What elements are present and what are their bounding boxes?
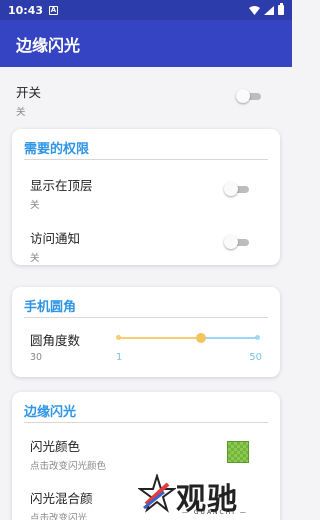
flash-card-title: 边缘闪光 xyxy=(24,405,77,420)
corner-degree-label: 圆角度数 xyxy=(30,333,81,348)
notification-a-icon: A xyxy=(49,5,59,15)
status-bar: 10:43 A xyxy=(0,0,292,20)
permission-item-overlay[interactable]: 显示在顶层 关 xyxy=(30,175,93,211)
signal-icon xyxy=(264,5,274,15)
corner-card: 手机圆角 圆角度数 30 1 50 xyxy=(12,287,280,377)
corner-card-title: 手机圆角 xyxy=(24,300,77,315)
wifi-icon xyxy=(249,5,260,15)
corner-degree-row: 圆角度数 30 xyxy=(30,330,80,363)
permission-state: 关 xyxy=(30,253,40,264)
watermark-subtext: — GUANCHI — xyxy=(182,509,248,516)
slider-min-label: 1 xyxy=(116,352,123,363)
toggle-thumb xyxy=(224,235,238,249)
slider-thumb[interactable] xyxy=(195,333,206,343)
flash-color-swatch[interactable] xyxy=(227,441,249,463)
star-logo-icon xyxy=(138,474,176,513)
slider-max-label: 50 xyxy=(249,352,262,363)
overlay-permission-toggle[interactable] xyxy=(224,182,250,196)
corner-slider[interactable]: 1 50 xyxy=(116,332,262,363)
permission-item-notification[interactable]: 访问通知 关 xyxy=(30,228,80,264)
permission-state: 关 xyxy=(30,200,40,211)
notification-permission-toggle[interactable] xyxy=(224,235,250,249)
battery-icon xyxy=(278,3,284,15)
slider-start-dot xyxy=(116,335,121,340)
permissions-card: 需要的权限 显示在顶层 关 访问通知 关 xyxy=(12,129,280,265)
flash-blend-sub: 点击改变闪光 xyxy=(30,513,88,520)
corner-degree-value: 30 xyxy=(30,352,43,363)
toggle-thumb xyxy=(224,182,238,196)
master-switch-toggle[interactable] xyxy=(236,89,262,103)
toggle-thumb xyxy=(236,89,250,103)
divider xyxy=(24,159,268,160)
permission-label: 显示在顶层 xyxy=(30,178,93,193)
master-switch-state: 关 xyxy=(16,107,26,118)
divider xyxy=(24,317,268,318)
slider-end-dot xyxy=(255,335,260,340)
status-time: 10:43 xyxy=(8,3,44,17)
flash-color-sub: 点击改变闪光颜色 xyxy=(30,461,107,472)
flash-color-label: 闪光颜色 xyxy=(30,439,81,454)
permissions-card-title: 需要的权限 xyxy=(24,142,90,157)
flash-blend-label: 闪光混合颜 xyxy=(30,491,93,506)
flash-color-row[interactable]: 闪光颜色 点击改变闪光颜色 xyxy=(30,436,106,472)
app-title: 边缘闪光 xyxy=(16,35,81,55)
slider-fill xyxy=(118,337,201,339)
watermark-logo: 观驰 — GUANCHI — xyxy=(134,470,274,520)
flash-blend-row[interactable]: 闪光混合颜 点击改变闪光 xyxy=(30,488,93,520)
permission-label: 访问通知 xyxy=(30,231,81,246)
divider xyxy=(24,422,268,423)
app-bar: 边缘闪光 xyxy=(0,20,292,67)
